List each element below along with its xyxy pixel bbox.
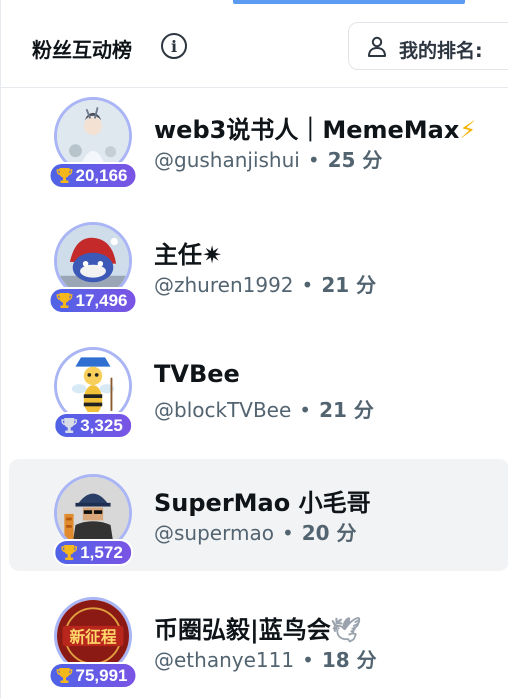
separator-dot: • [281, 521, 294, 545]
leaderboard-title: 粉丝互动榜 [32, 38, 132, 62]
gold-trophy-icon [56, 668, 73, 683]
user-handle[interactable]: @supermao [154, 521, 274, 545]
info-icon[interactable]: i [161, 33, 187, 59]
user-meta: @ethanye111 • 18 分 [154, 644, 377, 673]
avatar-container: 新征程 75,991 [48, 597, 138, 689]
svg-text:新征程: 新征程 [69, 627, 116, 646]
score: 18 分 [321, 648, 377, 672]
follower-count: 3,325 [80, 415, 123, 435]
leaderboard-header: 粉丝互动榜 i 我的排名: [1, 0, 508, 88]
follower-count-badge: 3,325 [53, 412, 133, 439]
user-display-name[interactable]: 主任✷ [154, 235, 222, 270]
score: 21 分 [321, 273, 377, 297]
score: 20 分 [301, 521, 357, 545]
user-meta: @gushanjishui • 25 分 [154, 144, 382, 173]
list-item[interactable]: 3,325 TVBee @blockTVBee • 21 分 [9, 338, 508, 450]
avatar-container: 17,496 [48, 222, 138, 314]
display-name-text: TVBee [154, 360, 240, 388]
display-name-text: SuperMao 小毛哥 [154, 489, 371, 517]
user-display-name[interactable]: 币圈弘毅|蓝鸟会🕊 [154, 610, 361, 645]
user-meta: @zhuren1992 • 21 分 [154, 269, 376, 298]
user-meta: @supermao • 20 分 [154, 517, 357, 546]
user-handle[interactable]: @gushanjishui [154, 148, 300, 172]
score: 25 分 [327, 148, 383, 172]
lightning-icon: ⚡ [459, 116, 477, 144]
separator-dot: • [302, 648, 314, 672]
user-display-name[interactable]: web3说书人｜MemeMax⚡ [154, 110, 476, 145]
separator-dot: • [299, 398, 312, 422]
user-display-name[interactable]: TVBee [154, 360, 240, 388]
score: 21 分 [319, 398, 374, 422]
list-item[interactable]: 新征程 75,991 币圈弘毅|蓝鸟会🕊 @ethanye111 • 18 分 [9, 588, 508, 698]
gold-trophy-icon [56, 168, 73, 183]
separator-dot: • [307, 148, 320, 172]
gold-trophy-icon [56, 293, 73, 308]
list-item[interactable]: 20,166 web3说书人｜MemeMax⚡ @gushanjishui • 25… [9, 88, 508, 200]
follower-count-badge: 1,572 [53, 539, 133, 566]
separator-dot: • [301, 273, 314, 297]
follower-count: 1,572 [80, 542, 123, 562]
sparkle-icon: ✷ [202, 241, 223, 269]
user-handle[interactable]: @blockTVBee [154, 398, 291, 422]
my-rank-box[interactable]: 我的排名: [348, 22, 508, 70]
list-item[interactable]: 17,496 主任✷ @zhuren1992 • 21 分 [9, 213, 508, 325]
display-name-text: 主任 [154, 241, 202, 269]
display-name-text: 币圈弘毅|蓝鸟会 [154, 616, 331, 644]
follower-count-badge: 17,496 [48, 287, 138, 314]
display-name-text: web3说书人｜MemeMax [154, 116, 460, 144]
follower-count: 75,991 [75, 665, 128, 685]
user-meta: @blockTVBee • 21 分 [154, 394, 374, 423]
avatar-container: 1,572 [53, 474, 133, 566]
list-item[interactable]: 1,572 SuperMao 小毛哥 @supermao • 20 分 [9, 459, 508, 571]
gold-trophy-icon [61, 545, 78, 560]
user-icon [368, 36, 386, 57]
user-display-name[interactable]: SuperMao 小毛哥 [154, 483, 371, 518]
follower-count-badge: 75,991 [48, 662, 138, 689]
avatar-container: 3,325 [53, 347, 133, 439]
my-rank-label: 我的排名: [399, 40, 483, 62]
user-handle[interactable]: @zhuren1992 [154, 273, 294, 297]
follower-count: 20,166 [75, 165, 128, 185]
dove-icon: 🕊 [330, 616, 362, 644]
fan-interaction-leaderboard: 粉丝互动榜 i 我的排名: 20,166 web3说书人｜MemeMax⚡ @g… [0, 0, 508, 698]
avatar-container: 20,166 [48, 97, 138, 189]
follower-count: 17,496 [75, 290, 128, 310]
follower-count-badge: 20,166 [48, 162, 138, 189]
silver-trophy-icon [61, 418, 78, 433]
user-handle[interactable]: @ethanye111 [154, 648, 294, 672]
